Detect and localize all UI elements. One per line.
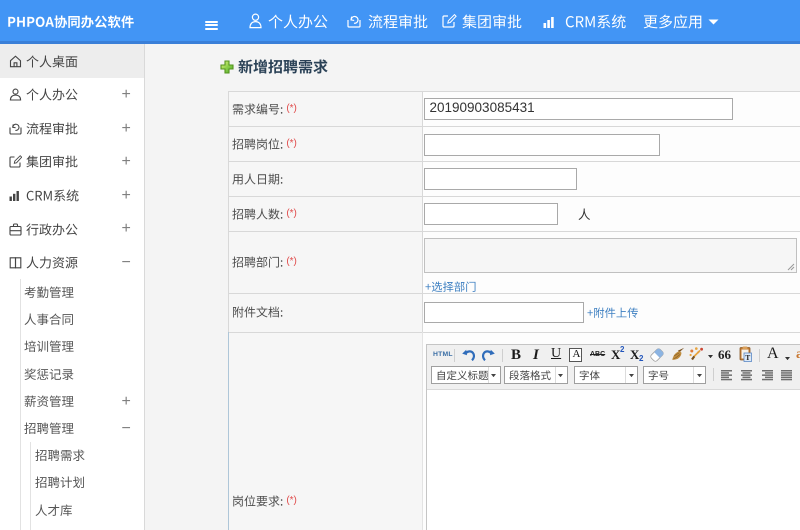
- svg-text:T: T: [745, 353, 750, 362]
